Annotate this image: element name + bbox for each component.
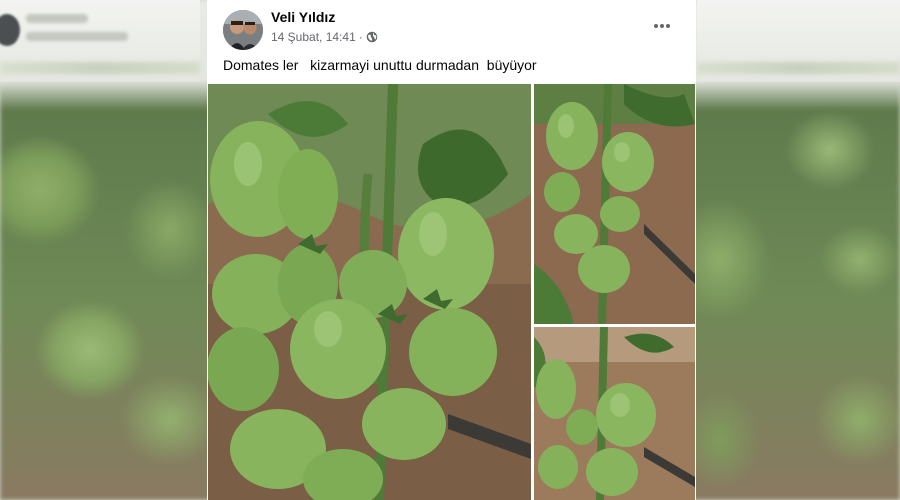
post-photo-1[interactable] (208, 84, 531, 500)
post-header: Veli Yıldız 14 Şubat, 14:41 · (207, 0, 696, 52)
more-horizontal-icon (654, 24, 670, 28)
more-options-button[interactable] (648, 14, 676, 38)
post-photo-3[interactable] (534, 327, 695, 500)
photo-grid (208, 84, 695, 500)
post-photo-2[interactable] (534, 84, 695, 324)
blurred-caption (697, 62, 900, 74)
meta-separator: · (358, 30, 363, 44)
author-name[interactable]: Veli Yıldız (271, 9, 335, 25)
post-timestamp[interactable]: 14 Şubat, 14:41 (271, 30, 356, 44)
blurred-avatar (0, 14, 20, 46)
post-meta: 14 Şubat, 14:41 · (271, 30, 378, 44)
blurred-background-header-right (697, 0, 900, 82)
facebook-post-card: Veli Yıldız 14 Şubat, 14:41 · Domates le… (207, 0, 696, 500)
globe-icon[interactable] (366, 31, 378, 43)
blurred-text (26, 14, 88, 23)
blurred-caption (0, 62, 200, 74)
blurred-background-header-left (0, 0, 200, 82)
author-avatar[interactable] (223, 10, 263, 50)
post-caption: Domates ler kizarmayi unuttu durmadan bü… (223, 57, 537, 73)
blurred-text (26, 32, 128, 41)
